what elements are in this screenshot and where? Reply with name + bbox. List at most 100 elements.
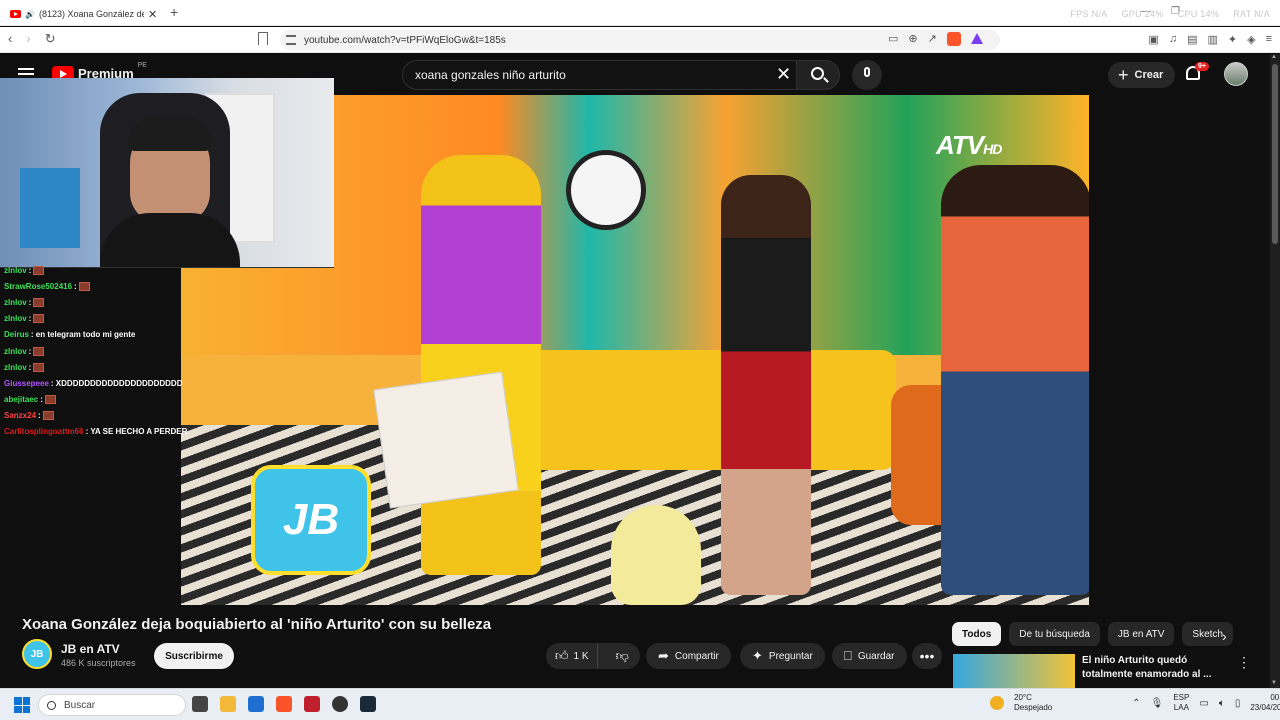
video-person-dress <box>721 175 811 595</box>
browser-tab[interactable]: 🔊 (8123) Xoana González deja b ✕ <box>4 3 162 25</box>
leo-icon[interactable]: ✦ <box>1228 33 1237 46</box>
taskbar-apps <box>192 696 376 712</box>
reading-list-icon[interactable]: ▤ <box>1187 33 1197 46</box>
scroll-down-icon[interactable]: ▼ <box>1271 680 1277 686</box>
tray-status-icons: ▭ 🔈︎ ▯ <box>1199 698 1240 709</box>
clear-search-icon[interactable]: ✕ <box>776 64 791 85</box>
close-tab-icon[interactable]: ✕ <box>148 8 157 21</box>
share-page-icon[interactable]: ↗ <box>928 32 937 46</box>
chat-username: zlnlov <box>4 346 27 356</box>
chat-emote-icon <box>44 395 56 405</box>
video-person-shirt <box>941 165 1089 595</box>
atv-text: ATV <box>936 130 984 160</box>
wallet-icon[interactable]: ▥ <box>1207 33 1217 46</box>
chip-todos[interactable]: Todos <box>952 622 1002 646</box>
recommended-title[interactable]: El niño Arturito quedó totalmente enamor… <box>1082 654 1222 682</box>
search-icon <box>811 67 824 80</box>
back-icon[interactable]: ‹ <box>8 31 12 47</box>
chat-emote-icon <box>33 314 45 324</box>
search-input[interactable]: xoana gonzales niño arturito <box>402 60 796 90</box>
search-icon <box>47 700 56 710</box>
zoom-icon[interactable]: ⊕ <box>908 32 917 46</box>
chevron-right-icon[interactable]: › <box>1222 628 1227 644</box>
weather-moon-icon[interactable] <box>990 696 1004 710</box>
like-count: 1 K <box>573 650 589 662</box>
create-button[interactable]: + Crear <box>1108 62 1176 88</box>
windows-start-icon[interactable] <box>14 697 30 713</box>
hd-text: HD <box>983 141 1002 157</box>
channel-avatar[interactable]: JB <box>22 639 52 669</box>
create-label: Crear <box>1134 69 1164 81</box>
bookmark-save-icon: ⎕ <box>844 648 852 663</box>
menu-icon[interactable]: ≡ <box>1266 33 1272 46</box>
chat-emote-icon <box>33 265 45 275</box>
streamer-webcam <box>0 78 334 268</box>
reload-icon[interactable]: ↻ <box>45 31 56 47</box>
scroll-thumb[interactable] <box>1272 64 1278 244</box>
like-dislike-group: 👍︎ 1 K 👎︎ <box>546 643 640 669</box>
chat-username: Giussepeee <box>4 378 49 388</box>
dislike-button[interactable]: 👎︎ <box>604 643 640 669</box>
site-info-icon[interactable] <box>286 35 296 45</box>
chip-jb-en-atv[interactable]: JB en ATV <box>1107 622 1175 646</box>
video-sofa <box>516 350 896 470</box>
new-tab-button[interactable]: + <box>170 4 178 20</box>
atv-hd-watermark: ATVHD <box>936 130 1002 161</box>
share-button[interactable]: ➦ Compartir <box>646 643 731 669</box>
browser-tab-bar: 🔊 (8123) Xoana González deja b ✕ + — ❐ F… <box>0 0 1280 26</box>
bookmark-icon[interactable] <box>258 32 268 45</box>
chat-username: Deirus <box>4 330 29 340</box>
scroll-up-icon[interactable]: ▲ <box>1271 54 1277 60</box>
file-explorer-icon[interactable] <box>220 696 236 712</box>
forward-icon[interactable]: › <box>26 31 30 47</box>
brave-browser-icon[interactable] <box>276 696 292 712</box>
discord-icon[interactable] <box>332 696 348 712</box>
voice-search-button[interactable] <box>852 60 882 90</box>
chevron-up-icon[interactable]: ⌃ <box>1132 698 1140 709</box>
subscribe-button[interactable]: Suscribirme <box>154 643 234 669</box>
brave-rewards-icon[interactable] <box>970 33 983 44</box>
region-code: PE <box>137 62 147 69</box>
network-icon[interactable]: ▭ <box>1199 698 1208 709</box>
chat-emote-icon <box>33 297 45 307</box>
music-icon[interactable]: ♫ <box>1169 33 1177 46</box>
ask-button[interactable]: ✦ Preguntar <box>740 643 825 669</box>
microphone-icon <box>864 67 870 77</box>
language-indicator[interactable]: ESP LAA <box>1173 693 1189 713</box>
search-button[interactable] <box>796 60 840 90</box>
filter-chips: Todos De tu búsqueda JB en ATV Sketch <box>952 622 1242 648</box>
recommended-thumbnail[interactable] <box>953 654 1075 690</box>
page-scrollbar[interactable]: ▲ ▼ <box>1270 54 1280 690</box>
taskbar-clock[interactable]: 00:09 23/04/2026 <box>1250 693 1280 713</box>
youtube-favicon-icon <box>10 10 21 18</box>
avatar[interactable] <box>1224 62 1248 86</box>
store-icon[interactable] <box>248 696 264 712</box>
battery-icon[interactable]: ▯ <box>1235 698 1241 709</box>
more-actions-button[interactable]: ••• <box>912 643 942 669</box>
rat-readout: RAT N/A <box>1233 9 1270 19</box>
channel-name[interactable]: JB en ATV <box>61 642 120 656</box>
perf-overlay: FPS N/A GPU 24% CPU 14% RAT N/A <box>1070 9 1270 19</box>
share-label: Compartir <box>674 650 719 662</box>
kebab-menu-icon[interactable]: ⋮ <box>1237 654 1251 671</box>
mic-tray-icon[interactable]: 🎙︎ <box>1151 698 1164 709</box>
weather-desc: Despejado <box>1014 703 1053 712</box>
chat-emote-icon <box>42 411 54 421</box>
like-button[interactable]: 👍︎ 1 K <box>546 643 599 669</box>
chip-de-tu-busqueda[interactable]: De tu búsqueda <box>1009 622 1100 646</box>
cast-icon[interactable]: ▭ <box>888 32 898 46</box>
steam-icon[interactable] <box>360 696 376 712</box>
taskbar-search[interactable]: Buscar <box>38 694 186 716</box>
taskbar-search-label: Buscar <box>64 699 96 711</box>
task-view-icon[interactable] <box>192 696 208 712</box>
save-button[interactable]: ⎕ Guardar <box>832 643 907 669</box>
weather-widget[interactable]: 20°C Despejado <box>1014 693 1052 713</box>
obs-app-icon[interactable] <box>304 696 320 712</box>
volume-icon[interactable]: 🔈︎ <box>1219 698 1225 709</box>
chat-separator: : <box>28 297 32 307</box>
vpn-icon[interactable]: ◈ <box>1247 33 1255 46</box>
sidebar-icon[interactable]: ▣ <box>1148 33 1158 46</box>
chat-username: abejitaec <box>4 395 39 405</box>
brave-shields-icon[interactable] <box>946 32 961 46</box>
chat-text: : YA SE HECHO A PERDER <box>85 427 188 437</box>
